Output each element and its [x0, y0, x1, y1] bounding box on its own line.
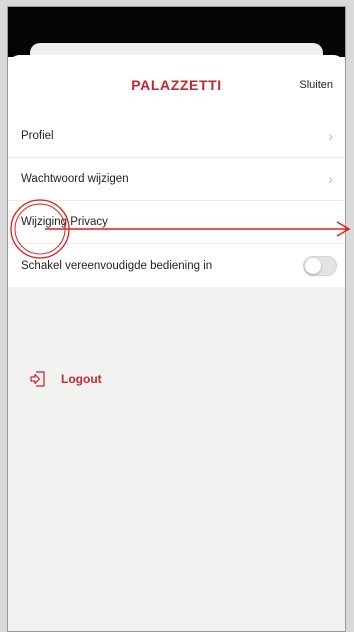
- logout-label: Logout: [61, 372, 102, 386]
- palazzetti-logo: PALAZZETTI: [131, 77, 222, 93]
- phone-frame: PALAZZETTI Sluiten Profiel › Wachtwoord …: [7, 6, 346, 632]
- menu-item-label: Wachtwoord wijzigen: [21, 173, 129, 185]
- sheet-header: PALAZZETTI Sluiten: [8, 55, 345, 115]
- menu-item-label: Schakel vereenvoudigde bediening in: [21, 259, 213, 272]
- menu-item-label: Wijziging Privacy: [21, 216, 108, 228]
- logout-button[interactable]: Logout: [28, 369, 102, 389]
- menu-item-profile[interactable]: Profiel ›: [8, 115, 345, 158]
- logout-icon: [30, 371, 45, 387]
- menu-item-simplified-control: Schakel vereenvoudigde bediening in: [8, 244, 345, 287]
- close-button[interactable]: Sluiten: [299, 79, 333, 91]
- menu-item-change-password[interactable]: Wachtwoord wijzigen ›: [8, 158, 345, 201]
- chevron-right-icon: ›: [328, 128, 333, 144]
- settings-menu: Profiel › Wachtwoord wijzigen › Wijzigin…: [8, 115, 345, 287]
- chevron-right-icon: ›: [328, 171, 333, 187]
- toggle-knob: [305, 257, 321, 274]
- settings-sheet: PALAZZETTI Sluiten Profiel › Wachtwoord …: [8, 55, 345, 631]
- menu-item-privacy[interactable]: Wijziging Privacy: [8, 201, 345, 244]
- menu-item-label: Profiel: [21, 130, 54, 142]
- simplified-control-toggle[interactable]: [303, 255, 337, 276]
